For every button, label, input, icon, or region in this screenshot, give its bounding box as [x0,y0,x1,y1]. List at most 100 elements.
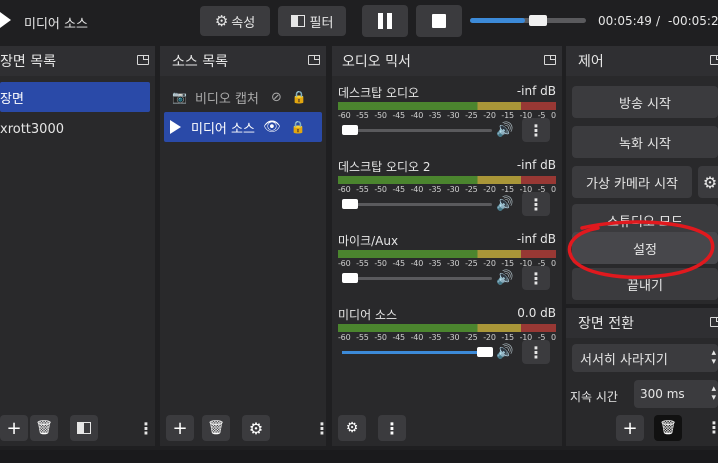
meter-tick-label: -40 [410,111,424,120]
advanced-audio-button[interactable]: ⚙ [338,415,366,441]
start-recording-button[interactable]: 녹화 시작 [572,126,718,158]
annotation-circle [567,220,715,279]
plus-icon: + [622,417,638,439]
duration-label: 지속 시간 [570,390,618,404]
channel-menu-button[interactable]: ⋮ [522,192,550,216]
meter-tick-label: -60 [338,111,351,120]
media-seek-bar[interactable] [470,15,586,26]
meter-tick-label: -15 [501,333,514,342]
undock-icon[interactable] [544,55,556,65]
channel-menu-button[interactable]: ⋮ [522,266,550,290]
meter-tick-label: -50 [374,333,387,342]
remove-source-button[interactable]: 🗑 [202,415,230,441]
play-icon [170,120,181,134]
meter-tick-label: -35 [428,259,442,268]
add-source-button[interactable]: + [166,415,194,441]
chevron-updown-icon: ▴ ▾ [711,348,716,367]
top-bar: 미디어 소스 ⚙ 속성 필터 00:05:49 / -00:05:20 [0,0,718,42]
channel-menu-button[interactable]: ⋮ [522,118,550,142]
panel-title: 장면 목록 [0,54,56,70]
meter-tick-label: -60 [338,185,351,194]
meter-tick-label: -60 [338,333,351,342]
more-icon[interactable]: ⋮ [314,419,330,438]
meter-tick-label: -20 [483,185,496,194]
undock-icon[interactable] [308,55,320,65]
eye-icon[interactable]: 👁 [263,119,281,135]
time-separator: / [656,14,661,28]
duration-spinbox[interactable]: 300 ms ▴ ▾ [634,380,718,408]
remove-scene-button[interactable]: 🗑 [30,415,58,441]
filters-button[interactable]: 필터 [278,6,346,36]
trash-icon: 🗑 [35,420,53,436]
add-scene-button[interactable]: + [0,415,28,441]
transition-select[interactable]: 서서히 사라지기 ▴ ▾ [572,344,718,372]
panel-title: 소스 목록 [172,54,228,70]
channel-level: -inf dB [516,84,556,98]
mixer-channel: 데스크탑 오디오 -inf dB -60 -55 -50 -45 -40 -35 -30 -25-… [338,84,556,152]
meter-tick-label: -45 [392,333,405,342]
speaker-icon[interactable]: 🔊 [496,122,513,138]
channel-name: 데스크탑 오디오 2 [338,160,431,174]
properties-button[interactable]: ⚙ 속성 [200,6,270,36]
chevron-updown-icon: ▴ ▾ [711,384,716,403]
source-item[interactable]: 📷 비디오 캡처 ⊘ 🔒 [166,82,320,112]
volume-slider[interactable] [342,273,492,283]
speaker-icon[interactable]: 🔊 [496,344,513,360]
seek-handle[interactable] [528,15,547,26]
start-virtual-camera-button[interactable]: 가상 카메라 시작 [572,166,692,198]
meter-tick-label: -45 [392,111,405,120]
meter-tick-label: -60 [338,259,351,268]
lock-icon[interactable]: 🔒 [291,120,306,134]
virtual-camera-settings-button[interactable]: ⚙ [698,166,718,198]
volume-slider[interactable] [342,125,492,135]
scene-item[interactable]: 장면 [0,82,150,112]
mixer-channel: 미디어 소스 0.0 dB -60 -55 -50 -45 -40 -35 -30 -25 -20-… [338,306,556,374]
undock-icon[interactable] [710,55,718,65]
gears-icon: ⚙ [345,420,359,436]
controls-panel-header: 제어 [566,46,718,76]
meter-tick-label: -25 [465,259,478,268]
scene-item[interactable]: xrott3000 [0,114,155,144]
meter-tick-label: -15 [501,185,514,194]
pause-button[interactable] [362,5,408,37]
panel-title: 오디오 믹서 [342,54,411,70]
meter-tick-label: 0 [550,111,556,120]
undock-icon[interactable] [137,55,149,65]
meter-tick-label: -15 [501,259,514,268]
meter-tick-label: -50 [374,259,387,268]
volume-slider-fill [342,351,485,354]
volume-slider-handle[interactable] [342,273,358,283]
lock-icon[interactable]: 🔒 [292,90,307,104]
more-icon[interactable]: ⋮ [138,419,154,438]
eye-hidden-icon[interactable]: ⊘ [271,90,282,105]
meter-tick-label: -15 [501,111,514,120]
transitions-panel: 장면 전환 서서히 사라지기 ▴ ▾ 지속 시간 300 ms ▴ ▾ + 🗑 ⋮ [566,308,718,446]
meter-tick-label: -30 [446,333,460,342]
stop-icon [432,14,446,28]
source-properties-button[interactable]: ⚙ [242,415,270,441]
mixer-menu-button[interactable]: ⋮ [378,415,406,441]
scene-filters-button[interactable] [70,415,98,441]
undock-icon[interactable] [710,317,718,327]
volume-slider[interactable] [342,199,492,209]
scenes-panel-header: 장면 목록 [0,46,155,76]
start-streaming-button[interactable]: 방송 시작 [572,86,718,118]
speaker-icon[interactable]: 🔊 [496,270,513,286]
time-current: 00:05:49 [598,14,652,28]
mixer-panel-header: 오디오 믹서 [332,46,562,76]
channel-menu-button[interactable]: ⋮ [522,340,550,364]
filter-icon [77,422,91,434]
speaker-icon[interactable]: 🔊 [496,196,513,212]
more-icon[interactable]: ⋮ [706,418,718,437]
volume-slider[interactable] [342,347,493,357]
meter-tick-label: 0 [550,259,556,268]
remove-transition-button[interactable]: 🗑 [654,415,682,441]
add-transition-button[interactable]: + [616,415,644,441]
volume-slider-handle[interactable] [476,347,493,357]
volume-slider-handle[interactable] [342,199,358,209]
mixer-channel-list: 데스크탑 오디오 -inf dB -60 -55 -50 -45 -40 -35 -30 -25-… [332,84,562,384]
volume-slider-handle[interactable] [342,125,358,135]
stop-button[interactable] [416,5,462,37]
source-item[interactable]: 미디어 소스 👁 🔒 [164,112,322,142]
plus-icon: + [172,417,188,439]
